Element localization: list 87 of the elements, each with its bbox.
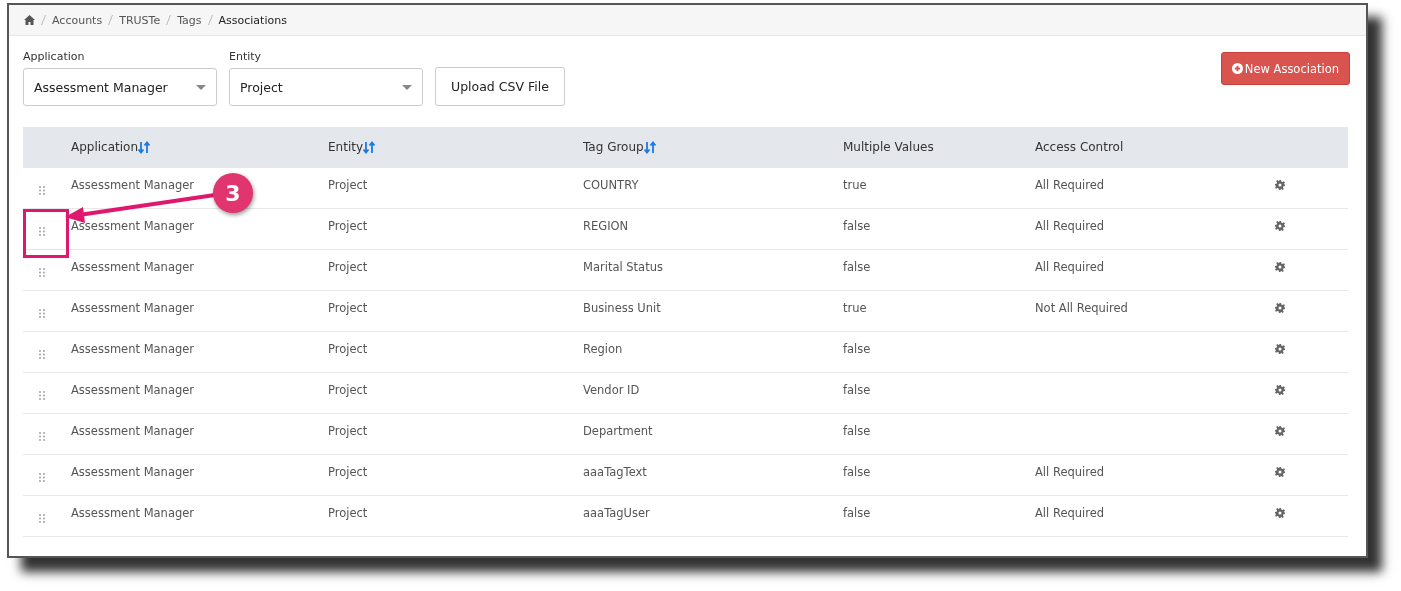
settings-icon[interactable] [1275,508,1285,518]
drag-handle-icon[interactable] [39,268,45,277]
table-cell-text: All Required [1035,259,1106,274]
breadcrumb-separator [207,15,213,25]
table-cell-text: Not All Required [1035,300,1129,315]
settings-icon[interactable] [1275,385,1285,395]
table-cell-text: Assessment Manager [71,218,196,233]
column-header[interactable]: Application [71,140,328,154]
table-cell-text: All Required [1035,505,1106,520]
table-cell-text: false [843,382,872,397]
caret-icon [402,84,412,90]
breadcrumb-separator [108,15,114,25]
drag-handle-icon[interactable] [39,514,45,523]
breadcrumb-separator [41,15,46,25]
column-header[interactable]: Entity [328,140,583,154]
table-cell-text: true [843,300,868,315]
upload-button[interactable]: Upload CSV File [435,67,565,106]
table-cell-text: Project [328,300,369,315]
settings-icon[interactable] [1275,344,1285,354]
plus-circle-icon [1231,63,1243,74]
table-cell-text: All Required [1035,177,1106,192]
drag-handle-icon[interactable] [39,350,45,359]
dropdown[interactable]: Project [229,68,423,106]
breadcrumb-item[interactable]: TRUSTe [119,13,161,27]
table-cell-text: aaaTagText [583,464,648,479]
caret-icon [196,84,206,90]
table-cell-text: Vendor ID [583,382,641,397]
table-cell-text: false [843,341,872,356]
table-cell-text: Region [583,341,624,356]
table-cell-text: aaaTagUser [583,505,651,520]
home-icon[interactable] [24,15,35,25]
breadcrumb-item[interactable]: Accounts [52,13,103,27]
column-header: Multiple Values [843,140,935,154]
column-header: Access Control [1035,140,1125,154]
table-cell-text: false [843,218,872,233]
table-cell-text: Project [328,423,369,438]
table-cell-text: Project [328,218,369,233]
settings-icon[interactable] [1275,221,1285,231]
table-cell-text: Project [328,382,369,397]
table-cell-text: REGION [583,218,630,233]
sort-icon[interactable] [138,140,151,154]
table-cell-text: Marital Status [583,259,664,274]
settings-icon[interactable] [1275,180,1285,190]
table-cell-text: Project [328,259,369,274]
breadcrumb-separator [166,15,172,25]
sort-icon[interactable] [363,140,376,154]
table-cell-text: Assessment Manager [71,341,196,356]
table-cell-text: true [843,177,868,192]
table-cell-text: Assessment Manager [71,300,196,315]
table-cell-text: Department [583,423,654,438]
table-cell-text: Assessment Manager [71,423,196,438]
table-cell-text: Assessment Manager [71,382,196,397]
table-cell-text: All Required [1035,218,1106,233]
table-cell-text: Project [328,177,369,192]
drag-handle-icon[interactable] [39,309,45,318]
table-cell-text: Project [328,505,369,520]
table-cell-text: false [843,423,872,438]
drag-handle-icon[interactable] [39,186,45,195]
highlight-frame [23,209,69,258]
table-cell-text: Project [328,464,369,479]
breadcrumb-item[interactable]: Tags [177,13,202,27]
drag-handle-icon[interactable] [39,227,45,236]
table-cell-text: Business Unit [583,300,662,315]
table-cell-text: Project [328,341,369,356]
drag-handle-icon[interactable] [39,473,45,482]
table-cell-text: COUNTRY [583,177,640,192]
settings-icon[interactable] [1275,303,1285,313]
field-label: Application [23,50,86,63]
table-cell-text: Assessment Manager [71,259,196,274]
table-cell-text: Assessment Manager [71,177,196,192]
settings-icon[interactable] [1275,262,1285,272]
table-cell-text: Assessment Manager [71,505,196,520]
settings-icon[interactable] [1275,467,1285,477]
table-cell-text: All Required [1035,464,1106,479]
table-cell-text: false [843,259,872,274]
settings-icon[interactable] [1275,426,1285,436]
table-cell-text: false [843,464,872,479]
sort-icon[interactable] [643,140,656,154]
breadcrumb-item: Associations [218,13,287,27]
new-association-button[interactable]: New Association [1220,52,1350,85]
field-label: Entity [229,50,263,63]
column-header[interactable]: Tag Group [583,140,843,154]
table-cell-text: false [843,505,872,520]
table-cell-text: Assessment Manager [71,464,196,479]
drag-handle-icon[interactable] [39,432,45,441]
dropdown[interactable]: Assessment Manager [23,68,217,106]
drag-handle-icon[interactable] [39,391,45,400]
